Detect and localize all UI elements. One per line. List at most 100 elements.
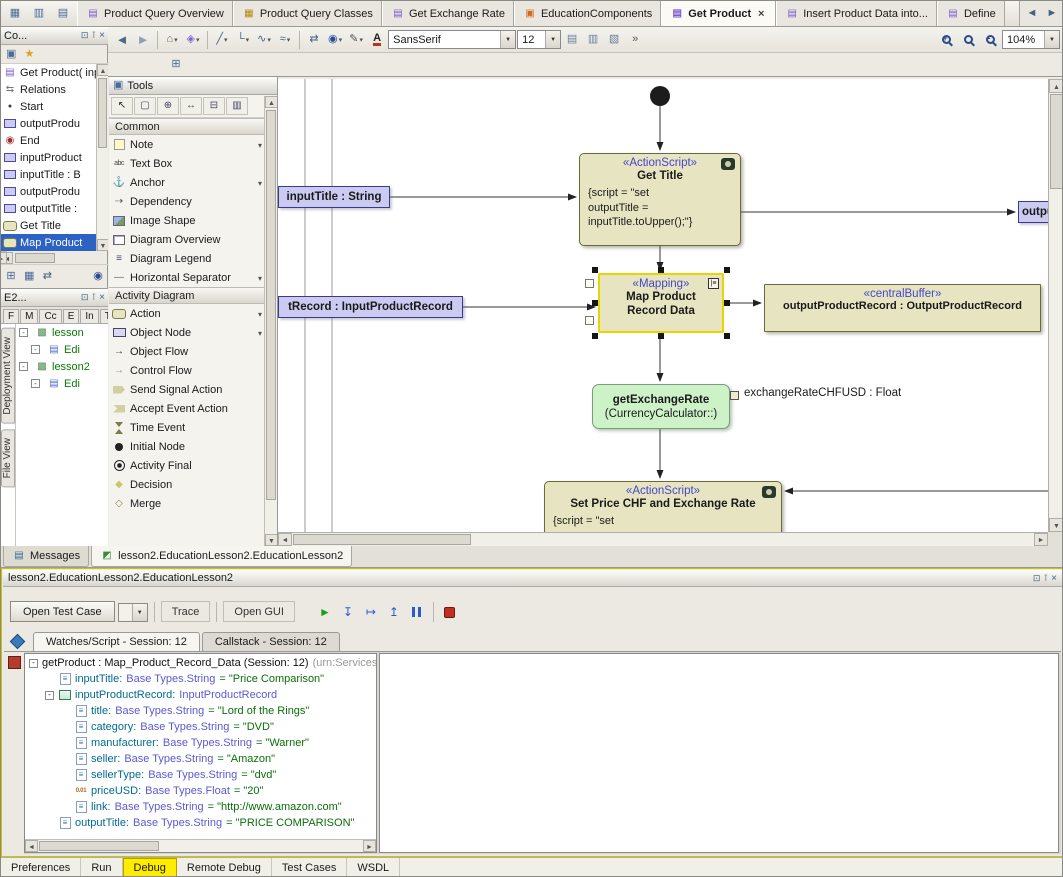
dropdown-arrow-icon[interactable] bbox=[258, 272, 262, 284]
palette-section-header[interactable]: Common bbox=[109, 118, 277, 135]
palette-item[interactable]: Send Signal Action bbox=[109, 380, 265, 399]
scroll-up-icon[interactable] bbox=[1049, 79, 1063, 93]
filter-icon[interactable] bbox=[21, 269, 37, 285]
palette-item[interactable]: Text Box bbox=[109, 154, 265, 173]
palette-item[interactable]: Dependency bbox=[109, 192, 265, 211]
watch-row[interactable]: manufacturer: Base Types.String = "Warne… bbox=[25, 735, 376, 751]
perspective-tab[interactable]: Preferences bbox=[1, 858, 81, 877]
explorer-tab[interactable]: M bbox=[20, 309, 38, 323]
font-color-icon[interactable] bbox=[367, 30, 387, 50]
step-out-icon[interactable] bbox=[384, 602, 404, 622]
containment-browser-icon[interactable] bbox=[3, 46, 19, 62]
scrollbar-thumb[interactable] bbox=[15, 253, 55, 263]
palette-tool-button[interactable] bbox=[180, 97, 202, 115]
watch-row[interactable]: link: Base Types.String = "http://www.am… bbox=[25, 799, 376, 815]
scrollbar-thumb[interactable] bbox=[1050, 94, 1063, 189]
document-tab[interactable]: Get Product bbox=[661, 1, 776, 26]
float-panel-icon[interactable] bbox=[81, 292, 89, 303]
font-size-select[interactable]: 12 bbox=[517, 30, 561, 49]
clear-format-icon[interactable] bbox=[604, 30, 624, 50]
forward-icon[interactable] bbox=[133, 30, 153, 50]
favorites-icon[interactable] bbox=[21, 46, 37, 62]
canvas-hscrollbar[interactable] bbox=[278, 532, 1048, 546]
scroll-down-icon[interactable] bbox=[97, 239, 108, 251]
tile-windows-icon[interactable] bbox=[29, 4, 49, 24]
explorer-tab[interactable]: E bbox=[63, 309, 80, 323]
scroll-up-icon[interactable] bbox=[265, 96, 278, 108]
explorer-item[interactable]: Edi bbox=[16, 375, 108, 392]
float-panel-icon[interactable] bbox=[1033, 573, 1041, 584]
document-tab[interactable]: Define bbox=[937, 1, 1005, 26]
close-panel-icon[interactable] bbox=[1051, 573, 1057, 584]
scroll-tabs-right-icon[interactable] bbox=[1042, 4, 1062, 24]
explorer-item[interactable]: lesson bbox=[16, 324, 108, 341]
palette-item[interactable]: Initial Node bbox=[109, 437, 265, 456]
watch-row[interactable]: seller: Base Types.String = "Amazon" bbox=[25, 751, 376, 767]
collapse-toggle-icon[interactable] bbox=[45, 691, 54, 700]
palette-item[interactable]: Image Shape bbox=[109, 211, 265, 230]
resize-handle[interactable] bbox=[592, 300, 598, 306]
dock-tab[interactable]: Messages bbox=[3, 546, 89, 567]
perspective-tab[interactable]: Debug bbox=[123, 858, 177, 877]
explorer-item[interactable]: lesson2 bbox=[16, 358, 108, 375]
view-side-tab[interactable]: File View bbox=[1, 429, 15, 487]
palette-item[interactable]: Time Event bbox=[109, 418, 265, 437]
trace-button[interactable]: Trace bbox=[161, 601, 211, 622]
canvas-vscrollbar[interactable] bbox=[1048, 79, 1063, 532]
resize-handle[interactable] bbox=[592, 333, 598, 339]
expand-toggle-icon[interactable] bbox=[19, 328, 28, 337]
palette-scrollbar[interactable] bbox=[264, 96, 277, 546]
copy-format-icon[interactable] bbox=[562, 30, 582, 50]
containment-item[interactable]: Get Title bbox=[1, 217, 96, 234]
palette-item[interactable]: Object Node bbox=[109, 323, 265, 342]
explorer-item[interactable]: Edi bbox=[16, 341, 108, 358]
palette-tool-button[interactable] bbox=[203, 97, 225, 115]
dock-tab[interactable]: lesson2.EducationLesson2.EducationLesson… bbox=[91, 546, 352, 567]
action-get-title[interactable]: «ActionScript» Get Title {script = "set … bbox=[579, 153, 741, 246]
document-tab[interactable]: Product Query Overview bbox=[77, 1, 233, 26]
palette-item[interactable]: Object Flow bbox=[109, 342, 265, 361]
scroll-up-icon[interactable] bbox=[97, 64, 108, 76]
watch-row[interactable]: title: Base Types.String = "Lord of the … bbox=[25, 703, 376, 719]
containment-item[interactable]: outputProdu bbox=[1, 183, 96, 200]
resize-handle[interactable] bbox=[592, 267, 598, 273]
dropdown-arrow-icon[interactable] bbox=[1044, 31, 1059, 48]
related-elements-icon[interactable] bbox=[162, 30, 182, 50]
palette-item[interactable]: Diagram Overview bbox=[109, 230, 265, 249]
palette-header[interactable]: Tools bbox=[109, 77, 277, 95]
watch-row[interactable]: sellerType: Base Types.String = "dvd" bbox=[25, 767, 376, 783]
quick-add-icon[interactable] bbox=[183, 30, 203, 50]
paste-format-icon[interactable] bbox=[583, 30, 603, 50]
oblique-path-icon[interactable] bbox=[212, 30, 232, 50]
collapse-toggle-icon[interactable] bbox=[29, 659, 38, 668]
scroll-left-icon[interactable] bbox=[278, 533, 292, 546]
scroll-down-icon[interactable] bbox=[265, 534, 278, 546]
pause-icon[interactable] bbox=[407, 602, 427, 622]
watch-row[interactable]: inputProductRecord: InputProductRecord bbox=[25, 687, 376, 703]
smart-manipulator-handle[interactable] bbox=[585, 279, 594, 288]
view-side-tab[interactable]: Deployment View bbox=[1, 328, 15, 424]
watch-row[interactable]: priceUSD: Base Types.Float = "20" bbox=[25, 783, 376, 799]
palette-item[interactable]: Diagram Legend bbox=[109, 249, 265, 268]
refresh-icon[interactable] bbox=[39, 269, 55, 285]
containment-item[interactable]: inputProduct bbox=[1, 149, 96, 166]
resize-handle[interactable] bbox=[724, 267, 730, 273]
watch-row[interactable]: outputTitle: Base Types.String = "PRICE … bbox=[25, 815, 376, 831]
palette-tool-button[interactable] bbox=[134, 97, 156, 115]
toolbar-overflow-icon[interactable] bbox=[625, 30, 645, 50]
layout-grid-icon[interactable] bbox=[166, 55, 186, 75]
scroll-tabs-left-icon[interactable] bbox=[1022, 4, 1042, 24]
dropdown-arrow-icon[interactable] bbox=[258, 327, 262, 339]
expand-toggle-icon[interactable] bbox=[31, 345, 40, 354]
close-tab-icon[interactable] bbox=[755, 8, 767, 20]
link-with-editor-icon[interactable] bbox=[90, 269, 106, 285]
palette-item[interactable]: Anchor bbox=[109, 173, 265, 192]
palette-item[interactable]: Activity Final bbox=[109, 456, 265, 475]
palette-tool-button[interactable] bbox=[226, 97, 248, 115]
pin-panel-icon[interactable] bbox=[1043, 573, 1048, 584]
resize-handle[interactable] bbox=[658, 333, 664, 339]
explorer-header[interactable]: E2... bbox=[1, 289, 108, 307]
containment-item[interactable]: Get Product( inpu bbox=[1, 64, 96, 81]
terminate-session-icon[interactable] bbox=[440, 602, 460, 622]
explorer-tab[interactable]: In bbox=[80, 309, 98, 323]
